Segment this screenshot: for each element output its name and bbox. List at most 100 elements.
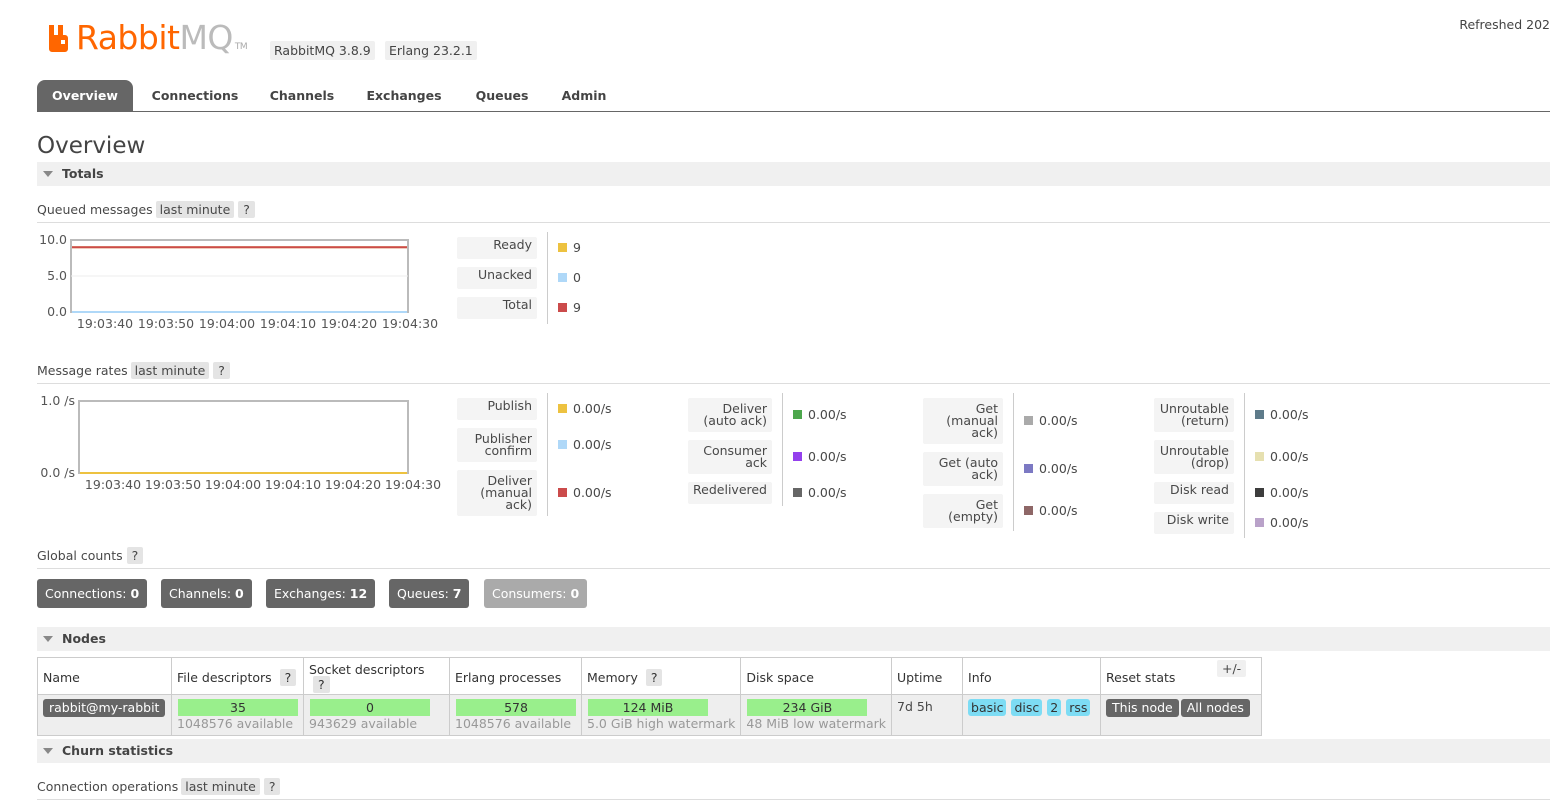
channels-count-value: 0 — [235, 586, 244, 601]
queued-range-selector[interactable]: last minute — [155, 201, 235, 218]
legend-value-get-empty: 0.00/s — [1039, 503, 1078, 518]
connections-count-label: Connections: — [45, 586, 127, 601]
legend-value-disk-read: 0.00/s — [1270, 485, 1309, 500]
legend-value-total: 9 — [573, 300, 581, 315]
info-tag-rss[interactable]: rss — [1066, 699, 1091, 716]
legend-swatch-deliver-manual-ack — [558, 488, 567, 497]
consumers-count-value: 0 — [570, 586, 580, 601]
logo-mq-text: MQ — [179, 18, 233, 57]
legend-swatch-redelivered — [793, 488, 802, 497]
x-tick-label: 19:04:00 — [205, 477, 261, 492]
legend-label-get-auto-ack: Get (auto ack) — [923, 452, 1003, 486]
legend-swatch-unroutable-return — [1255, 410, 1264, 419]
tab-overview[interactable]: Overview — [37, 80, 133, 111]
legend-swatch-ready — [558, 243, 567, 252]
global-counts-header: Global counts? — [37, 547, 1550, 569]
legend-swatch-total — [558, 303, 567, 312]
legend-label-deliver-manual-ack: Deliver (manual ack) — [457, 470, 537, 516]
col-erlang-processes: Erlang processes — [449, 657, 582, 695]
rates-help-button[interactable]: ? — [213, 362, 230, 379]
rates-range-selector[interactable]: last minute — [130, 362, 210, 379]
legend-label-total: Total — [457, 297, 537, 319]
disk-watermark: 48 MiB low watermark — [746, 716, 887, 731]
churn-section-toggle[interactable]: Churn statistics — [37, 739, 1550, 763]
fd-help-button[interactable]: ? — [279, 668, 297, 686]
col-memory-label: Memory — [587, 669, 638, 685]
ep-available: 1048576 available — [455, 716, 572, 731]
legend-divider — [547, 232, 548, 324]
uptime-cell: 7d 5h — [891, 694, 964, 736]
tab-connections[interactable]: Connections — [144, 80, 246, 111]
channels-count-button[interactable]: Channels: 0 — [161, 579, 252, 608]
churn-help-button[interactable]: ? — [263, 778, 281, 795]
nodes-section-toggle[interactable]: Nodes — [37, 627, 1550, 651]
queued-help-button[interactable]: ? — [238, 201, 255, 218]
x-tick-label: 19:03:50 — [138, 316, 194, 331]
node-name-link[interactable]: rabbit@my-rabbit — [43, 699, 166, 717]
legend-label-publish: Publish — [457, 398, 537, 420]
logo-rabbit-text: Rabbit — [76, 18, 180, 57]
legend-label-get-manual-ack: Get (manual ack) — [923, 398, 1003, 444]
collapse-triangle-icon — [43, 636, 53, 642]
consumers-count-label: Consumers: — [492, 586, 567, 601]
sd-help-button[interactable]: ? — [313, 676, 330, 693]
memory-help-button[interactable]: ? — [645, 668, 663, 686]
reset-stats-cell: This node All nodes — [1100, 694, 1263, 736]
totals-section-label: Totals — [62, 166, 104, 181]
connections-count-value: 0 — [130, 586, 140, 601]
x-tick-label: 19:03:50 — [145, 477, 201, 492]
global-counts-label: Global counts — [37, 548, 123, 563]
y-tick-label: 0.0 — [47, 304, 67, 319]
exchanges-count-button[interactable]: Exchanges: 12 — [266, 579, 376, 608]
collapse-triangle-icon — [43, 171, 53, 177]
tab-admin[interactable]: Admin — [555, 80, 613, 111]
totals-section-toggle[interactable]: Totals — [37, 162, 1550, 186]
x-tick-label: 19:04:10 — [260, 316, 316, 331]
col-file-descriptors: File descriptors ? — [171, 657, 304, 695]
legend-value-consumer-ack: 0.00/s — [808, 449, 847, 464]
global-counts-help-button[interactable]: ? — [126, 547, 144, 564]
info-tag-basic[interactable]: basic — [968, 699, 1007, 716]
legend-value-deliver-auto-ack: 0.00/s — [808, 407, 847, 422]
reset-all-nodes-button[interactable]: All nodes — [1180, 699, 1250, 717]
col-uptime: Uptime — [891, 657, 964, 695]
x-tick-label: 19:04:10 — [265, 477, 321, 492]
reset-this-node-button[interactable]: This node — [1106, 699, 1179, 717]
legend-value-get-auto-ack: 0.00/s — [1039, 461, 1078, 476]
legend-divider — [782, 393, 783, 506]
queued-messages-label: Queued messages — [37, 202, 153, 217]
x-tick-label: 19:04:00 — [199, 316, 255, 331]
tab-queues[interactable]: Queues — [467, 80, 537, 111]
nodes-table: Name File descriptors ? Socket descripto… — [37, 657, 1263, 736]
page-title: Overview — [37, 133, 146, 159]
col-name: Name — [37, 657, 172, 695]
col-file-descriptors-label: File descriptors — [177, 669, 272, 685]
queued-messages-chart: 10.0 5.0 0.0 19:03:40 19:03:50 19:04:00 19:04:… — [39, 232, 438, 331]
table-row: rabbit@my-rabbit 35 1048576 available 0 94… — [37, 694, 1263, 736]
connection-operations-header: Connection operations last minute? — [37, 778, 1550, 800]
legend-label-unroutable-return: Unroutable (return) — [1154, 398, 1234, 432]
x-tick-label: 19:04:20 — [325, 477, 381, 492]
message-rates-label: Message rates — [37, 363, 128, 378]
sd-bar: 0 — [310, 699, 430, 716]
tab-exchanges[interactable]: Exchanges — [359, 80, 449, 111]
queues-count-button[interactable]: Queues: 7 — [389, 579, 470, 608]
columns-toggle-button[interactable]: +/- — [1217, 660, 1247, 677]
ep-cell: 578 1048576 available — [449, 694, 582, 736]
legend-label-disk-write: Disk write — [1154, 512, 1234, 534]
connections-count-button[interactable]: Connections: 0 — [37, 579, 148, 608]
queues-count-value: 7 — [452, 586, 462, 601]
sd-available: 943629 available — [309, 716, 418, 731]
info-tag-disc[interactable]: disc — [1011, 699, 1043, 716]
info-tag-count[interactable]: 2 — [1047, 699, 1062, 716]
y-tick-label: 0.0 /s — [40, 465, 75, 480]
disk-cell: 234 GiB 48 MiB low watermark — [740, 694, 893, 736]
churn-range-selector[interactable]: last minute — [181, 778, 260, 795]
fd-cell: 35 1048576 available — [171, 694, 304, 736]
legend-swatch-unacked — [558, 273, 567, 282]
consumers-count-button[interactable]: Consumers: 0 — [484, 579, 588, 608]
collapse-triangle-icon — [43, 748, 53, 754]
x-tick-label: 19:04:20 — [321, 316, 377, 331]
tab-channels[interactable]: Channels — [261, 80, 343, 111]
memory-watermark: 5.0 GiB high watermark — [587, 716, 736, 731]
